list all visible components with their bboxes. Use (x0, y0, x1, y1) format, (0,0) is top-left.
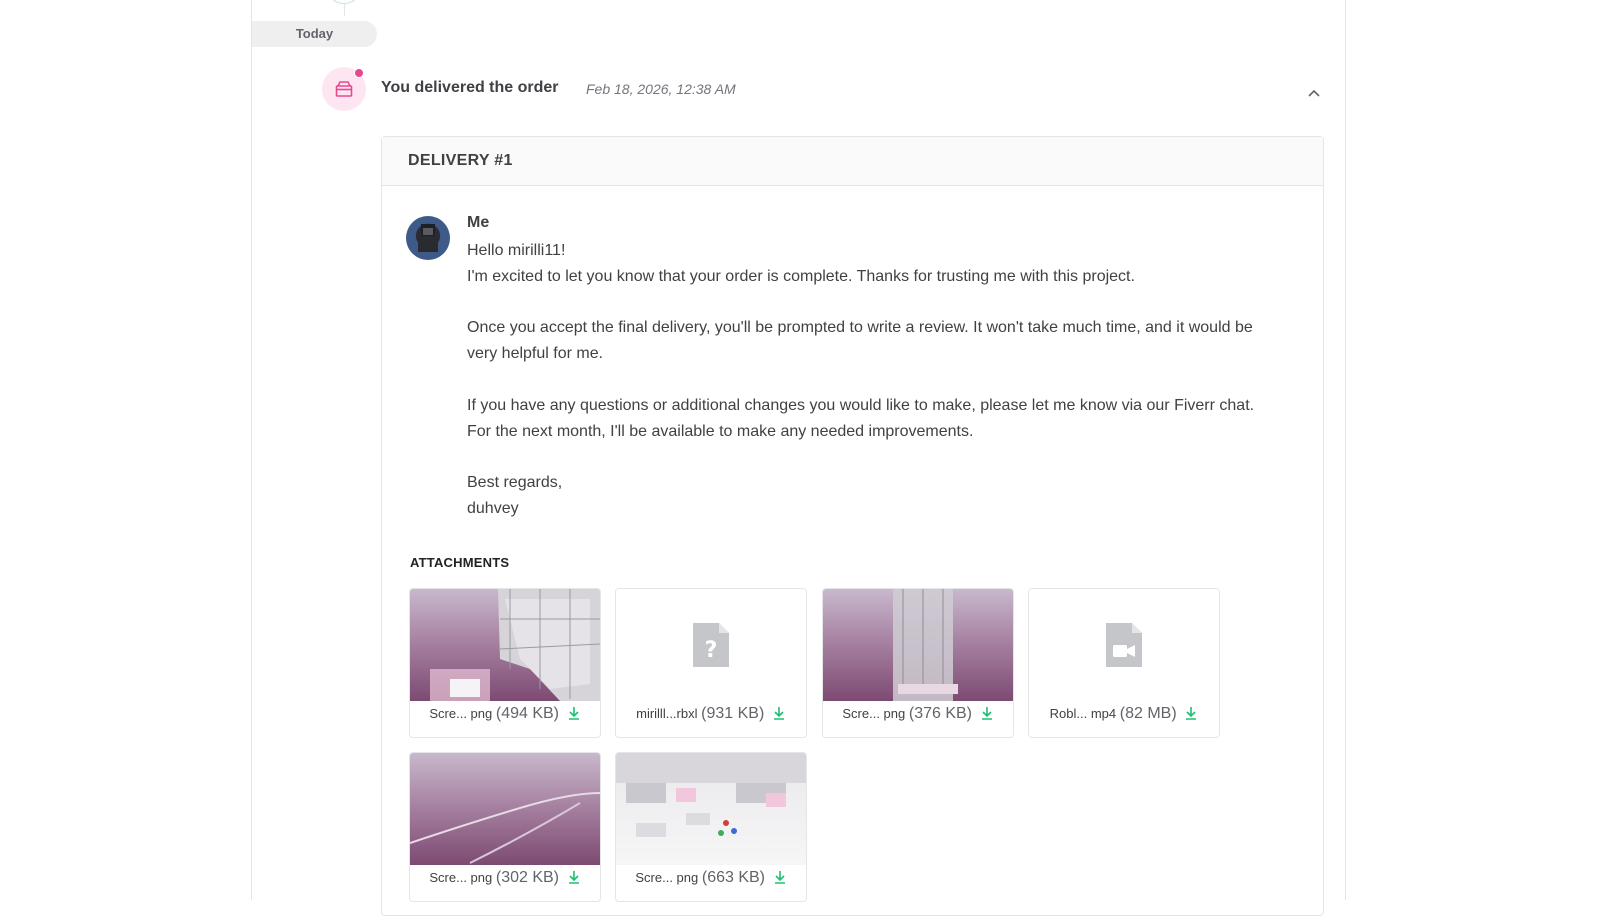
download-icon[interactable] (772, 706, 786, 723)
notification-dot (354, 68, 364, 78)
attachment-tile[interactable]: Robl... mp4 (82 MB) (1028, 588, 1220, 738)
attachment-name: Scre... png (429, 870, 493, 885)
attachment-filename: Robl... mp4 (82 MB) (1029, 705, 1219, 723)
message-line: Hello mirilli11! (467, 242, 566, 259)
event-date: Feb 18, 2026, 12:38 AM (586, 81, 736, 97)
attachment-name: Scre... png (429, 706, 493, 721)
package-glyph (335, 81, 353, 97)
delivery-message: Hello mirilli11! I'm excited to let you … (467, 238, 1287, 522)
attachment-size: (376 KB) (908, 705, 972, 722)
video-file-icon[interactable] (1029, 589, 1219, 701)
download-icon[interactable] (980, 706, 994, 723)
attachments-label: ATTACHMENTS (410, 555, 510, 570)
download-icon[interactable] (567, 870, 581, 887)
event-title: You delivered the order (381, 79, 559, 96)
message-line: If you have any questions or additional … (467, 396, 1255, 414)
message-line: Best regards, (467, 474, 563, 492)
attachment-filename: Scre... png (663 KB) (616, 869, 806, 887)
collapse-chevron-up-icon[interactable] (1304, 84, 1324, 104)
download-icon[interactable] (773, 870, 787, 887)
attachment-filename: mirilll...rbxl (931 KB) (616, 705, 806, 723)
message-line (467, 367, 1287, 393)
attachment-thumbnail[interactable] (410, 753, 600, 865)
message-line (467, 444, 1287, 470)
attachment-thumbnail[interactable] (616, 753, 806, 865)
attachment-thumbnail[interactable] (823, 589, 1013, 701)
unknown-file-icon[interactable]: ? (616, 589, 806, 701)
attachment-thumbnail[interactable] (410, 589, 600, 701)
attachment-filename: Scre... png (302 KB) (410, 869, 600, 887)
attachment-tile[interactable]: Scre... png (302 KB) (409, 752, 601, 902)
download-icon[interactable] (567, 706, 581, 723)
message-line: For the next month, I'll be available to… (467, 422, 974, 440)
attachment-size: (494 KB) (495, 705, 559, 722)
attachment-tile[interactable]: ? mirilll...rbxl (931 KB) (615, 588, 807, 738)
attachment-tile[interactable]: Scre... png (663 KB) (615, 752, 807, 902)
message-line: I'm excited to let you know that your or… (467, 267, 1135, 285)
message-line: duhvey (467, 499, 519, 517)
attachment-size: (663 KB) (701, 869, 765, 886)
attachment-size: (931 KB) (701, 705, 765, 722)
attachment-name: Scre... png (842, 706, 906, 721)
attachment-tile[interactable]: Scre... png (494 KB) (409, 588, 601, 738)
attachment-name: Scre... png (635, 870, 699, 885)
delivery-header: DELIVERY #1 (382, 137, 1323, 186)
download-icon[interactable] (1184, 706, 1198, 723)
sender-name: Me (467, 214, 490, 231)
attachment-tile[interactable]: Scre... png (376 KB) (822, 588, 1014, 738)
attachment-filename: Scre... png (376 KB) (823, 705, 1013, 723)
attachment-size: (302 KB) (495, 869, 559, 886)
package-icon (322, 67, 366, 111)
timeline-day-label: Today (252, 21, 377, 47)
message-line (467, 290, 1287, 316)
svg-text:?: ? (705, 638, 718, 663)
attachment-size: (82 MB) (1119, 705, 1177, 722)
attachment-filename: Scre... png (494 KB) (410, 705, 600, 723)
attachment-name: Robl... mp4 (1049, 706, 1117, 721)
message-line: Once you accept the final delivery, you'… (467, 319, 1253, 363)
attachment-name: mirilll...rbxl (636, 706, 698, 721)
avatar[interactable] (406, 216, 450, 260)
